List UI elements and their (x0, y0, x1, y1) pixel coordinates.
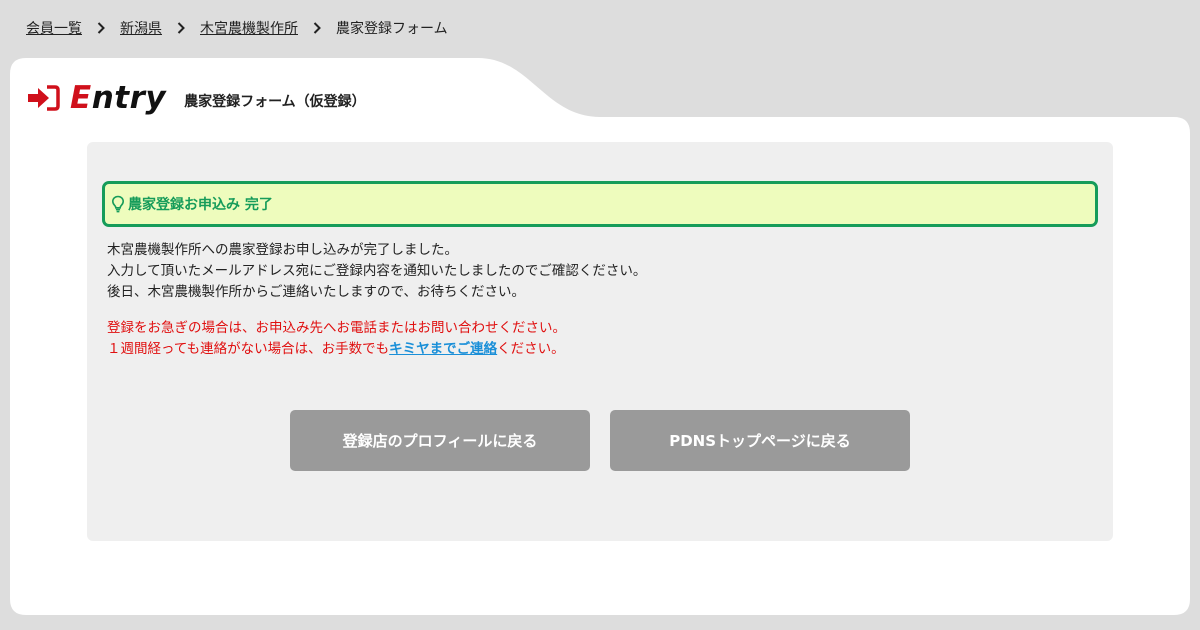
page-title: Entry (70, 80, 166, 116)
completion-message: 木宮農機製作所への農家登録お申し込みが完了しました。 入力して頂いたメールアドレ… (107, 240, 646, 303)
chevron-right-icon (298, 22, 336, 34)
warning-message: 登録をお急ぎの場合は、お申込み先へお電話またはお問い合わせください。 １週間経っ… (107, 318, 566, 360)
back-to-pdns-top-button[interactable]: PDNSトップページに戻る (610, 410, 910, 471)
warning-line: 登録をお急ぎの場合は、お申込み先へお電話またはお問い合わせください。 (107, 320, 566, 336)
page-subtitle: 農家登録フォーム（仮登録） (184, 94, 366, 110)
lightbulb-icon (111, 195, 125, 213)
message-line: 入力して頂いたメールアドレス宛にご登録内容を通知いたしましたのでご確認ください。 (107, 263, 647, 279)
warning-text: ください。 (497, 341, 565, 357)
breadcrumb-current: 農家登録フォーム (336, 21, 448, 37)
page-title-rest: ntry (91, 80, 167, 116)
breadcrumb-shop[interactable]: 木宮農機製作所 (200, 18, 298, 38)
page-title-initial: E (70, 80, 92, 116)
breadcrumb: 会員一覧 新潟県 木宮農機製作所 農家登録フォーム (26, 17, 448, 39)
sign-in-icon (28, 85, 60, 111)
warning-line: １週間経っても連絡がない場合は、お手数でもキミヤまでご連絡ください。 (107, 339, 566, 360)
chevron-right-icon (162, 22, 200, 34)
breadcrumb-member-list[interactable]: 会員一覧 (26, 18, 82, 38)
page-header: Entry 農家登録フォーム（仮登録） (28, 78, 366, 118)
message-line: 木宮農機製作所への農家登録お申し込みが完了しました。 (107, 242, 458, 258)
contact-kimiya-link[interactable]: キミヤまでご連絡 (389, 341, 497, 357)
warning-text: １週間経っても連絡がない場合は、お手数でも (107, 341, 390, 357)
breadcrumb-prefecture[interactable]: 新潟県 (120, 18, 162, 38)
message-line: 後日、木宮農機製作所からご連絡いたしますので、お待ちください。 (107, 284, 525, 300)
completion-notice: 農家登録お申込み 完了 (102, 181, 1098, 227)
back-to-shop-profile-button[interactable]: 登録店のプロフィールに戻る (290, 410, 590, 471)
chevron-right-icon (82, 22, 120, 34)
notice-title: 農家登録お申込み 完了 (128, 197, 273, 213)
